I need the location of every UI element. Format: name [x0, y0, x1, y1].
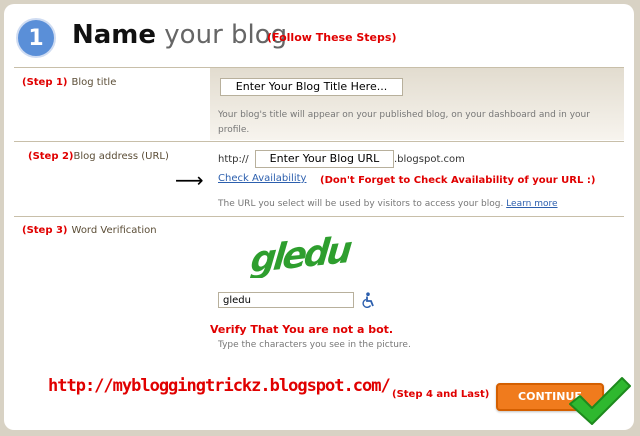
blog-url-input[interactable]: Enter Your Blog URL [255, 150, 394, 168]
learn-more-link[interactable]: Learn more [506, 199, 557, 209]
blog-address-text: Blog address (URL) [73, 151, 169, 162]
divider [14, 216, 624, 217]
step1-tag: (Step 1) [22, 77, 68, 88]
blog-address-label: (Step 2)Blog address (URL) [28, 151, 169, 162]
page-frame: 1 Name your blog (Follow These Steps) (S… [0, 0, 640, 436]
blog-title-help: Your blog's title will appear on your pu… [218, 108, 590, 138]
url-suffix: .blogspot.com [394, 154, 465, 165]
check-availability-link[interactable]: Check Availability [218, 173, 306, 184]
captcha-word: gledu [250, 228, 354, 278]
word-verification-text: Word Verification [71, 225, 157, 236]
captcha-image: gledu [250, 228, 354, 278]
blog-title-help-line1: Your blog's title will appear on your pu… [218, 110, 590, 120]
url-prefix: http:// [218, 154, 249, 165]
page-title-bold: Name [72, 20, 157, 50]
step-number-badge: 1 [16, 18, 56, 58]
check-availability-note: (Don't Forget to Check Availability of y… [320, 175, 596, 186]
word-verification-input[interactable]: gledu [218, 292, 354, 308]
page-title: Name your blog [72, 20, 287, 50]
promo-blog-url: http://mybloggingtrickz.blogspot.com/ [48, 376, 391, 396]
checkmark-icon [569, 377, 631, 425]
blog-title-input[interactable]: Enter Your Blog Title Here... [220, 78, 403, 96]
word-verification-help: Type the characters you see in the pictu… [218, 340, 411, 350]
step2-tag: (Step 2) [28, 151, 74, 162]
word-verification-label: (Step 3) Word Verification [22, 225, 157, 236]
blog-address-help: The URL you select will be used by visit… [218, 197, 558, 212]
follow-steps-note: (Follow These Steps) [267, 31, 397, 44]
divider [14, 141, 624, 142]
blog-title-help-line2: profile. [218, 125, 250, 135]
blog-address-help-text: The URL you select will be used by visit… [218, 199, 504, 209]
step3-tag: (Step 3) [22, 225, 68, 236]
blog-title-label: (Step 1) Blog title [22, 77, 116, 88]
arrow-right-icon: ⟶ [175, 168, 204, 192]
accessibility-icon[interactable] [361, 292, 375, 308]
verify-not-bot-message: Verify That You are not a bot. [210, 323, 394, 336]
step4-tag: (Step 4 and Last) [392, 389, 490, 400]
blog-title-text: Blog title [71, 77, 117, 88]
